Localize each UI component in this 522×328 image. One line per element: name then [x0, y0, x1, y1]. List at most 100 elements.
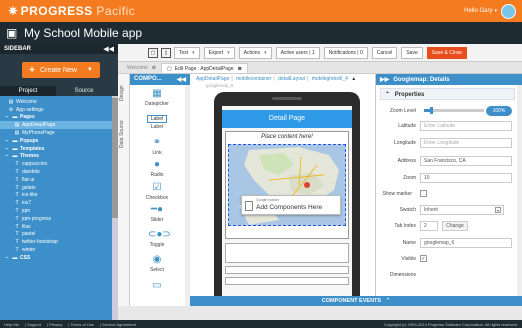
tree-item[interactable]: ▤ MyPhonePage [0, 129, 112, 137]
sidebar: SIDEBAR ◀◀ + Create New ▼ Project Source… [0, 44, 118, 320]
tree-item[interactable]: Tgelato [0, 184, 112, 192]
breadcrumb-item[interactable]: detailLayout [278, 76, 305, 82]
save-close-button[interactable]: Save & Close [426, 46, 468, 59]
tab-welcome[interactable]: Welcome ⊗ [122, 63, 161, 73]
avatar[interactable] [501, 3, 516, 19]
zoom-input[interactable]: 10 [420, 173, 512, 183]
close-icon[interactable]: ⊗ [238, 66, 242, 72]
tab-design[interactable]: Design [119, 78, 129, 108]
tree-item[interactable]: Tios7 [0, 199, 112, 207]
tab-project[interactable]: Project [0, 86, 56, 96]
footer-link-support[interactable]: Support [27, 322, 41, 327]
show-marker-checkbox[interactable] [420, 190, 427, 197]
tree-item[interactable]: Tpastel [0, 231, 112, 239]
tree-item[interactable]: Tdandelo [0, 168, 112, 176]
save-button[interactable]: Save [401, 46, 423, 59]
footer-link-help[interactable]: Help Me [4, 322, 19, 327]
name-input[interactable]: googlemap_6 [420, 238, 512, 248]
actions-button[interactable]: Actions ▾ [238, 46, 272, 59]
grid-cell[interactable]: Place content here! Google marker Add Co… [225, 131, 349, 239]
component-datepicker[interactable]: ▦ Datepicker [130, 88, 184, 107]
tree-item[interactable]: − ▬ Themes [0, 153, 112, 161]
component-label[interactable]: Label Label [130, 115, 184, 130]
properties-section[interactable]: ⌃ Properties [380, 88, 515, 100]
component-toggle[interactable]: ⊂●⊃ Toggle [130, 229, 184, 248]
zoom-slider-handle[interactable] [430, 107, 433, 114]
tree-item[interactable]: Tjqm [0, 207, 112, 215]
save-close-label: Save & Close [431, 49, 463, 56]
grid-cell[interactable] [225, 277, 349, 285]
footer-link-privacy[interactable]: Privacy [49, 322, 62, 327]
change-button[interactable]: Change [442, 221, 468, 231]
collapse-toggle-icon[interactable]: − [4, 114, 10, 120]
collapse-toggle-icon[interactable]: − [4, 255, 10, 261]
close-icon[interactable]: ⊗ [152, 65, 156, 71]
cancel-button[interactable]: Cancel [371, 46, 398, 59]
collapse-toggle-icon[interactable]: − [4, 138, 10, 144]
tree-item[interactable]: − ▬ CSS [0, 254, 112, 262]
mobile-preview-icon[interactable]: ▯ [161, 47, 171, 58]
collapse-icon[interactable]: ◀◀ [103, 45, 114, 53]
component-slider[interactable]: ━● Slider [130, 204, 184, 223]
tree-item[interactable]: Tice-like [0, 192, 112, 200]
breadcrumb-item[interactable]: mobilegridcell_4 [312, 76, 348, 82]
user-menu[interactable]: Hello Gary ▾ [464, 3, 516, 19]
breadcrumb-item[interactable]: AppDetailPage [196, 76, 229, 82]
chevron-up-icon[interactable]: ▲ [351, 76, 356, 82]
tree-item[interactable]: − ▬ Pages [0, 114, 112, 122]
user-greeting: Hello Gary [464, 8, 493, 14]
zoom-slider[interactable] [424, 109, 484, 112]
tree-item[interactable]: Tjqm-progress [0, 215, 112, 223]
visible-checkbox[interactable]: ✓ [420, 255, 427, 262]
breadcrumb-item[interactable]: mobilecontainer [236, 76, 271, 82]
tree-item[interactable]: Twinter [0, 246, 112, 254]
component-checkbox[interactable]: ☑ Checkbox [130, 182, 184, 201]
test-button[interactable]: Test ▾ [174, 46, 200, 59]
tab-edit-page[interactable]: ▢ Edit Page : AppDetailPage ⊗ [160, 63, 248, 73]
tree-item[interactable]: − ▬ Popups [0, 137, 112, 145]
address-input[interactable]: San Francisco, CA [420, 156, 512, 166]
create-new-button[interactable]: + Create New ▼ [22, 62, 100, 78]
tree-item[interactable]: ⚙ App settings [0, 106, 112, 114]
latitude-input[interactable]: Enter Latitude [420, 121, 512, 131]
swatch-select[interactable]: Inherit ▾ [420, 205, 504, 215]
brand-name: PROGRESS [20, 4, 93, 18]
tab-source[interactable]: Source [56, 86, 112, 96]
star-icon: ✷ [8, 4, 19, 18]
tab-data-source[interactable]: Data Source [119, 114, 129, 154]
theme-icon: T [15, 247, 19, 254]
tree-item[interactable]: Tlilax [0, 223, 112, 231]
tree-item[interactable]: ▤ Welcome [0, 98, 112, 106]
tree-item[interactable]: Ttwitter-bootstrap [0, 238, 112, 246]
active-users-button[interactable]: Active users | 1 [275, 46, 320, 59]
add-components-placeholder[interactable]: Google marker Add Components Here [241, 195, 341, 215]
grid-cell[interactable] [225, 243, 349, 263]
longitude-input[interactable]: Enter Longitude [420, 138, 512, 148]
brand-logo[interactable]: ✷ PROGRESS Pacific [8, 4, 135, 18]
expand-icon[interactable]: ▶▶ [380, 76, 389, 83]
notifications-button[interactable]: Notifications | 0 [323, 46, 368, 59]
grid-cell[interactable] [225, 266, 349, 274]
google-map[interactable]: Google marker Add Components Here [228, 144, 346, 226]
component-select[interactable]: ◉ Select [130, 254, 184, 273]
component-link[interactable]: ⚭ Link [130, 137, 184, 156]
properties-scrollbar[interactable] [517, 85, 522, 306]
export-button[interactable]: Export ▾ [203, 46, 235, 59]
preview-icon[interactable]: ▢ [148, 47, 158, 58]
prop-label: Longitude [394, 140, 416, 146]
collapse-toggle-icon[interactable]: − [4, 146, 10, 152]
footer-link-service[interactable]: Service Agreement [102, 322, 136, 327]
tree-item[interactable]: − ▬ Templates [0, 145, 112, 153]
tree-item[interactable]: ▤ AppDetailPage [0, 121, 112, 130]
page-header[interactable]: Detail Page [222, 110, 352, 128]
tree-item[interactable]: Tcappuccino [0, 160, 112, 168]
component-events-bar[interactable]: COMPONENT EVENTS ⌃ [190, 296, 522, 306]
tab-index-input[interactable]: 2 [420, 221, 438, 231]
component-radio[interactable]: ● Radio [130, 159, 184, 178]
collapse-toggle-icon[interactable]: − [4, 153, 10, 159]
folder-icon: ▬ [12, 153, 18, 160]
tree-item[interactable]: Tflat-ui [0, 176, 112, 184]
footer-link-terms[interactable]: Terms of Use [70, 322, 94, 327]
component-more[interactable]: ▭ [130, 280, 184, 293]
collapse-icon[interactable]: ◀◀ [177, 76, 186, 83]
